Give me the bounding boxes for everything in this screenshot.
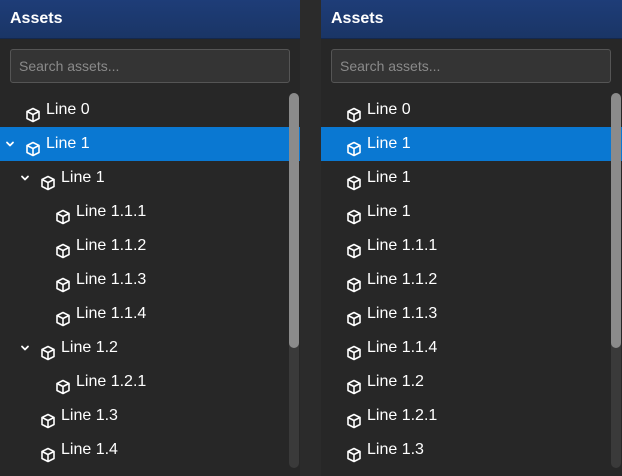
tree-row-label: Line 1.1.3 [76, 271, 147, 288]
cube-icon [40, 170, 56, 191]
cube-icon [346, 272, 362, 293]
scrollbar[interactable] [611, 93, 621, 468]
search-input[interactable] [331, 49, 611, 83]
tree-row-label: Line 1.1.1 [76, 203, 147, 220]
search-input[interactable] [10, 49, 290, 83]
chevron-down-icon[interactable] [19, 331, 31, 365]
tree-row-label: Line 1.1.1 [367, 237, 438, 254]
tree-row[interactable]: Line 1.1.1 [321, 229, 622, 263]
cube-icon [346, 340, 362, 361]
cube-icon [346, 306, 362, 327]
tree-row[interactable]: Line 1.1.3 [321, 297, 622, 331]
tree-row[interactable]: Line 1.1.3 [0, 263, 300, 297]
tree-row[interactable]: Line 1.2 [321, 365, 622, 399]
tree-row[interactable]: Line 1.1.2 [321, 263, 622, 297]
cube-icon [55, 374, 71, 395]
chevron-down-icon[interactable] [4, 127, 16, 161]
tree-row-label: Line 1.1.3 [367, 305, 438, 322]
tree-row-label: Line 1.1.2 [367, 271, 438, 288]
cube-icon [55, 272, 71, 293]
panel-title: Assets [321, 0, 622, 39]
tree-row-label: Line 1 [367, 169, 411, 186]
tree-row[interactable]: Line 1.1.1 [0, 195, 300, 229]
tree-row[interactable]: Line 1 [321, 195, 622, 229]
cube-icon [25, 102, 41, 123]
cube-icon [55, 238, 71, 259]
cube-icon [55, 204, 71, 225]
assets-panel-right: Assets Line 0 Line 1 Line 1 Line 1 Line 1.1.… [321, 0, 622, 476]
tree-row-label: Line 1.3 [367, 441, 424, 458]
tree-row[interactable]: Line 1.1.4 [321, 331, 622, 365]
cube-icon [55, 306, 71, 327]
scrollbar[interactable] [289, 93, 299, 468]
tree-row-label: Line 1.2.1 [76, 373, 147, 390]
tree-row-label: Line 1.1.4 [367, 339, 438, 356]
tree-row-label: Line 1.2 [367, 373, 424, 390]
tree-row-label: Line 1.2.1 [367, 407, 438, 424]
tree-row[interactable]: Line 1.2.1 [321, 399, 622, 433]
cube-icon [346, 442, 362, 463]
asset-tree: Line 0 Line 1 Line 1 Line 1 Line 1.1.1 Line 1… [321, 93, 622, 476]
cube-icon [346, 238, 362, 259]
tree-row[interactable]: Line 1.2.1 [0, 365, 300, 399]
panel-title: Assets [0, 0, 300, 39]
tree-row-label: Line 1.1.2 [76, 237, 147, 254]
tree-row-label: Line 1 [61, 169, 105, 186]
cube-icon [40, 442, 56, 463]
tree-row[interactable]: Line 1 [0, 161, 300, 195]
tree-row-label: Line 1 [367, 135, 411, 152]
tree-row-label: Line 0 [46, 101, 90, 118]
tree-row[interactable]: Line 1 [321, 161, 622, 195]
tree-row-selected[interactable]: Line 1 [0, 127, 300, 161]
cube-icon [346, 136, 362, 157]
tree-row[interactable]: Line 1.1.4 [0, 297, 300, 331]
cube-icon [346, 204, 362, 225]
tree-row-selected[interactable]: Line 1 [321, 127, 622, 161]
cube-icon [346, 170, 362, 191]
scrollbar-thumb[interactable] [289, 93, 299, 348]
tree-row-label: Line 1 [367, 203, 411, 220]
tree-row[interactable]: Line 1.1.2 [0, 229, 300, 263]
tree-row-label: Line 1 [46, 135, 90, 152]
tree-row-label: Line 0 [367, 101, 411, 118]
tree-row[interactable]: Line 1.3 [321, 433, 622, 467]
cube-icon [346, 374, 362, 395]
tree-row-label: Line 1.2 [61, 339, 118, 356]
chevron-down-icon[interactable] [19, 161, 31, 195]
tree-row[interactable]: Line 1.2 [0, 331, 300, 365]
cube-icon [346, 408, 362, 429]
tree-row-label: Line 1.1.4 [76, 305, 147, 322]
cube-icon [40, 408, 56, 429]
assets-panel-left: Assets Line 0Line 1Line 1Line 1.1.1Line … [0, 0, 300, 476]
asset-tree: Line 0 Line 1 Line 1 Line 1.1.1 Line 1.1.2 Li… [0, 93, 300, 476]
cube-icon [25, 136, 41, 157]
scrollbar-thumb[interactable] [611, 93, 621, 348]
tree-row[interactable]: Line 1.4 [0, 433, 300, 467]
tree-row[interactable]: Line 1.3 [0, 399, 300, 433]
cube-icon [40, 340, 56, 361]
tree-row-label: Line 1.4 [61, 441, 118, 458]
cube-icon [346, 102, 362, 123]
tree-row[interactable]: Line 0 [0, 93, 300, 127]
tree-row[interactable]: Line 0 [321, 93, 622, 127]
tree-row-label: Line 1.3 [61, 407, 118, 424]
